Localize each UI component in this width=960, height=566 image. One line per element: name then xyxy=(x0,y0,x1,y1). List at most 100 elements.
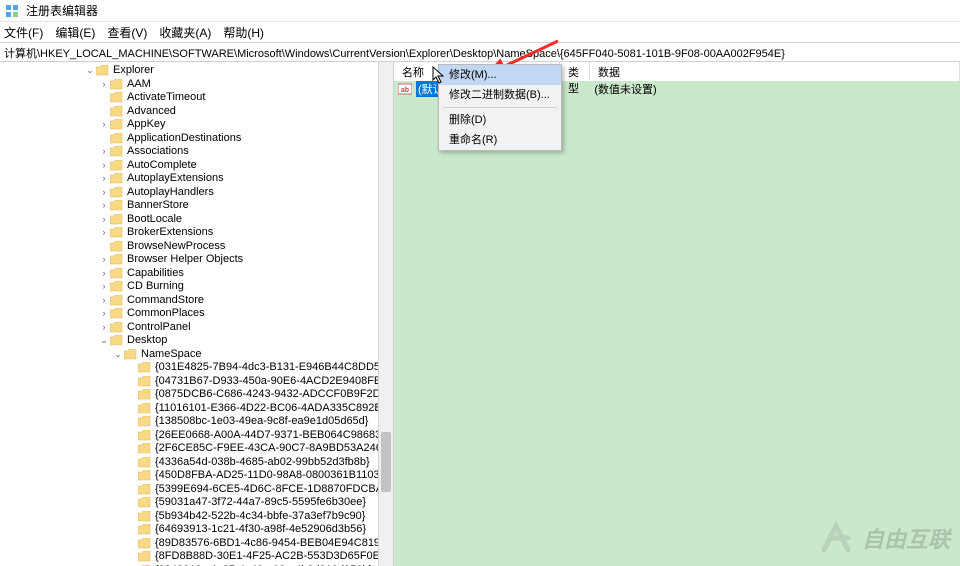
folder-icon xyxy=(110,186,124,198)
folder-icon xyxy=(138,497,152,509)
address-bar[interactable]: 计算机\HKEY_LOCAL_MACHINE\SOFTWARE\Microsof… xyxy=(0,42,960,62)
tree-item[interactable]: ›Associations xyxy=(0,145,393,159)
expander-closed-icon[interactable]: › xyxy=(98,159,110,173)
menubar: 文件(F) 编辑(E) 查看(V) 收藏夹(A) 帮助(H) xyxy=(0,22,960,42)
folder-icon xyxy=(138,443,152,455)
tree-item[interactable]: {031E4825-7B94-4dc3-B131-E946B44C8DD5} xyxy=(0,361,393,375)
folder-icon xyxy=(110,173,124,185)
context-rename[interactable]: 重命名(R) xyxy=(439,130,561,150)
tree-item[interactable]: › Capabilities xyxy=(0,267,393,281)
tree-item[interactable]: ApplicationDestinations xyxy=(0,132,393,146)
folder-icon xyxy=(138,537,152,549)
tree-scrollbar[interactable] xyxy=(378,62,393,566)
tree-item-label: {64693913-1c21-4f30-a98f-4e52906d3b56} xyxy=(155,523,393,537)
expander-closed-icon[interactable]: › xyxy=(98,186,110,200)
context-delete[interactable]: 删除(D) xyxy=(439,110,561,130)
tree-item[interactable]: {450D8FBA-AD25-11D0-98A8-0800361B1103} xyxy=(0,469,393,483)
folder-icon xyxy=(138,402,152,414)
expander-closed-icon[interactable]: › xyxy=(98,267,110,281)
expander-closed-icon[interactable]: › xyxy=(98,226,110,240)
tree-item[interactable]: › CommonPlaces xyxy=(0,307,393,321)
tree-item[interactable]: {89D83576-6BD1-4c86-9454-BEB04E94C819} xyxy=(0,537,393,551)
expander-closed-icon[interactable]: › xyxy=(98,280,110,294)
expander-closed-icon[interactable]: › xyxy=(98,253,110,267)
tree-item[interactable]: {04731B67-D933-450a-90E6-4ACD2E9408FE} xyxy=(0,375,393,389)
tree-item-label: CommandStore xyxy=(127,294,393,308)
tree-item[interactable]: ›AppKey xyxy=(0,118,393,132)
tree-item[interactable]: › CommandStore xyxy=(0,294,393,308)
folder-icon xyxy=(110,105,124,117)
tree-item[interactable]: › BootLocale xyxy=(0,213,393,227)
tree-item-label: ApplicationDestinations xyxy=(127,132,393,146)
tree-pane[interactable]: ⌄Explorer›AAMActivateTimeoutAdvanced›App… xyxy=(0,62,394,566)
tree-item[interactable]: {138508bc-1e03-49ea-9c8f-ea9e1d05d65d} xyxy=(0,415,393,429)
tree-item[interactable]: ›AAM xyxy=(0,78,393,92)
tree-item[interactable]: ⌄Explorer xyxy=(0,64,393,78)
tree-item[interactable]: {11016101-E366-4D22-BC06-4ADA335C892B} xyxy=(0,402,393,416)
tree-scrollbar-thumb[interactable] xyxy=(381,432,391,492)
context-modify-binary[interactable]: 修改二进制数据(B)... xyxy=(439,85,561,105)
expander-closed-icon[interactable]: › xyxy=(98,307,110,321)
tree-item[interactable]: BrowseNewProcess xyxy=(0,240,393,254)
menu-file[interactable]: 文件(F) xyxy=(4,24,43,41)
folder-icon xyxy=(110,213,124,225)
tree-item-label: BootLocale xyxy=(127,213,393,227)
svg-text:ab: ab xyxy=(401,87,409,94)
folder-icon xyxy=(110,78,124,90)
tree-item[interactable]: ›AutoplayExtensions xyxy=(0,172,393,186)
folder-icon xyxy=(110,254,124,266)
tree-item-label: {2F6CE85C-F9EE-43CA-90C7-8A9BD53A2467} xyxy=(155,442,393,456)
col-data[interactable]: 数据 xyxy=(590,62,960,81)
expander-closed-icon[interactable]: › xyxy=(98,78,110,92)
tree-item[interactable]: ›CD Burning xyxy=(0,280,393,294)
tree-item[interactable]: {5399E694-6CE5-4D6C-8FCE-1D8870FDCBA0} xyxy=(0,483,393,497)
tree-item[interactable]: ⌄Desktop xyxy=(0,334,393,348)
menu-favorites[interactable]: 收藏夹(A) xyxy=(159,24,211,41)
expander-closed-icon[interactable]: › xyxy=(98,172,110,186)
tree-item[interactable]: ActivateTimeout xyxy=(0,91,393,105)
expander-closed-icon[interactable]: › xyxy=(98,145,110,159)
tree-item[interactable]: Advanced xyxy=(0,105,393,119)
tree-item[interactable]: ›BannerStore xyxy=(0,199,393,213)
tree-item-label: AutoplayHandlers xyxy=(127,186,393,200)
expander-open-icon[interactable]: ⌄ xyxy=(84,64,96,78)
tree-item[interactable]: ⌄NameSpace xyxy=(0,348,393,362)
menu-help[interactable]: 帮助(H) xyxy=(223,24,264,41)
folder-icon xyxy=(138,389,152,401)
folder-icon xyxy=(110,321,124,333)
expander-closed-icon[interactable]: › xyxy=(98,321,110,335)
tree-item[interactable]: {4336a54d-038b-4685-ab02-99bb52d3fb8b} xyxy=(0,456,393,470)
tree-item[interactable]: {0875DCB6-C686-4243-9432-ADCCF0B9F2D7} xyxy=(0,388,393,402)
tree-item[interactable]: ›BrokerExtensions xyxy=(0,226,393,240)
tree-item[interactable]: {5b934b42-522b-4c34-bbfe-37a3ef7b9c90} xyxy=(0,510,393,524)
tree-item[interactable]: ›AutoComplete xyxy=(0,159,393,173)
tree-item-label: {5399E694-6CE5-4D6C-8FCE-1D8870FDCBA0} xyxy=(155,483,393,497)
folder-icon xyxy=(138,429,152,441)
tree-item-label: CommonPlaces xyxy=(127,307,393,321)
window-title: 注册表编辑器 xyxy=(26,2,98,19)
expander-closed-icon[interactable]: › xyxy=(98,294,110,308)
tree-item-label: {8FD8B88D-30E1-4F25-AC2B-553D3D65F0EA} xyxy=(155,550,393,564)
tree-item-label: {59031a47-3f72-44a7-89c5-5595fe6b30ee} xyxy=(155,496,393,510)
tree-item[interactable]: ›Browser Helper Objects xyxy=(0,253,393,267)
tree-item[interactable]: › AutoplayHandlers xyxy=(0,186,393,200)
tree-item-label: Capabilities xyxy=(127,267,393,281)
tree-item[interactable]: {8FD8B88D-30E1-4F25-AC2B-553D3D65F0EA} xyxy=(0,550,393,564)
menu-edit[interactable]: 编辑(E) xyxy=(55,24,95,41)
menu-view[interactable]: 查看(V) xyxy=(107,24,147,41)
expander-closed-icon[interactable]: › xyxy=(98,118,110,132)
context-modify[interactable]: 修改(M)... xyxy=(439,65,561,85)
tree-item[interactable]: {59031a47-3f72-44a7-89c5-5595fe6b30ee} xyxy=(0,496,393,510)
expander-closed-icon[interactable]: › xyxy=(98,213,110,227)
expander-closed-icon[interactable]: › xyxy=(98,199,110,213)
expander-open-icon[interactable]: ⌄ xyxy=(98,334,110,348)
col-type[interactable]: 类型 xyxy=(560,62,590,81)
tree-item[interactable]: ›ControlPanel xyxy=(0,321,393,335)
tree-item[interactable]: {2F6CE85C-F9EE-43CA-90C7-8A9BD53A2467} xyxy=(0,442,393,456)
folder-icon xyxy=(138,524,152,536)
folder-icon xyxy=(110,146,124,158)
tree-item-label: {4336a54d-038b-4685-ab02-99bb52d3fb8b} xyxy=(155,456,393,470)
tree-item[interactable]: {64693913-1c21-4f30-a98f-4e52906d3b56} xyxy=(0,523,393,537)
tree-item[interactable]: {26EE0668-A00A-44D7-9371-BEB064C98683} xyxy=(0,429,393,443)
expander-open-icon[interactable]: ⌄ xyxy=(112,348,124,362)
